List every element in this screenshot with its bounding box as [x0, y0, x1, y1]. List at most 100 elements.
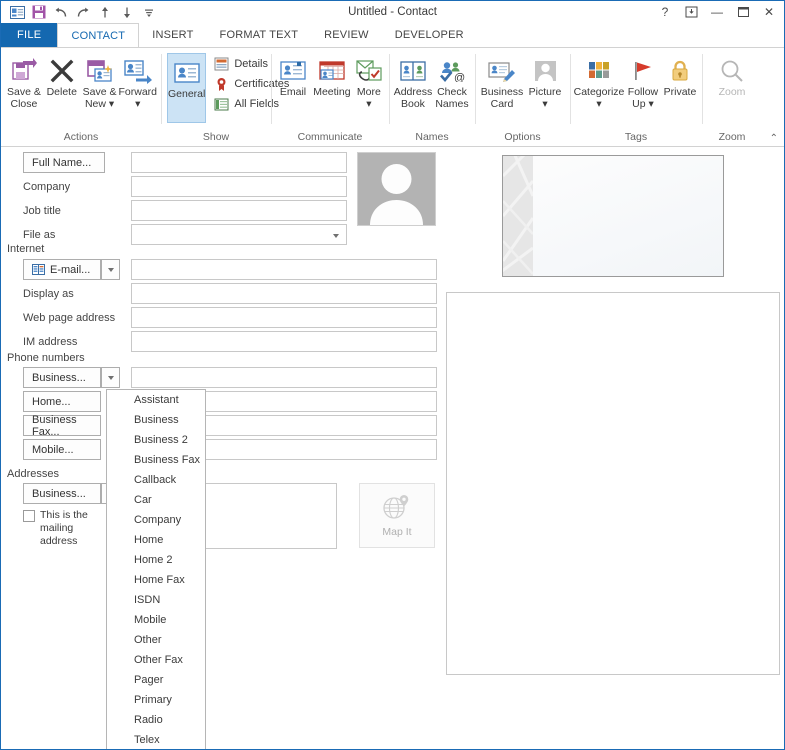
email-icon	[280, 55, 306, 87]
dropdown-item[interactable]: Car	[107, 490, 205, 510]
im-address-input[interactable]	[131, 331, 437, 352]
tab-review[interactable]: REVIEW	[311, 23, 382, 47]
down-icon[interactable]	[117, 3, 137, 22]
dropdown-item[interactable]: Callback	[107, 470, 205, 490]
address-book-button[interactable]: Address Book	[393, 52, 433, 110]
follow-up-button[interactable]: Follow Up ▾	[624, 52, 662, 110]
dropdown-item[interactable]: Other Fax	[107, 650, 205, 670]
address-type-button[interactable]: Business...	[23, 483, 101, 504]
email-type-dropdown-button[interactable]	[101, 259, 120, 280]
dropdown-item[interactable]: Other	[107, 630, 205, 650]
addresses-section-label: Addresses	[7, 468, 59, 480]
zoom-label: Zoom	[718, 86, 746, 98]
business-card-preview[interactable]	[502, 155, 724, 277]
phone-type-button-1[interactable]: Business...	[23, 367, 101, 388]
checkbox-box	[23, 510, 35, 522]
details-icon	[213, 56, 229, 72]
contact-card-icon[interactable]	[7, 3, 27, 22]
dropdown-item[interactable]: Home	[107, 530, 205, 550]
private-button[interactable]: Private	[662, 52, 698, 99]
dropdown-item[interactable]: Mobile	[107, 610, 205, 630]
maximize-button[interactable]	[730, 2, 756, 22]
dropdown-item[interactable]: Primary	[107, 690, 205, 710]
dropdown-item[interactable]: Home Fax	[107, 570, 205, 590]
check-names-label: Check Names	[435, 86, 469, 110]
full-name-button[interactable]: Full Name...	[23, 152, 105, 173]
help-button[interactable]: ?	[652, 2, 678, 22]
picture-button[interactable]: Picture ▾	[525, 52, 565, 110]
web-page-address-input[interactable]	[131, 307, 437, 328]
dropdown-item[interactable]: Telex	[107, 730, 205, 749]
more-label: More ▾	[356, 86, 381, 110]
customize-qat-icon[interactable]	[139, 3, 159, 22]
dropdown-item[interactable]: Business Fax	[107, 450, 205, 470]
redo-icon[interactable]	[73, 3, 93, 22]
ribbon-display-options-button[interactable]	[678, 2, 704, 22]
window-controls: ? — ✕	[652, 1, 782, 23]
categorize-label: Categorize ▾	[573, 86, 625, 110]
save-and-close-label: Save & Close	[6, 86, 41, 110]
mailing-address-checkbox[interactable]: This is the mailing address	[23, 509, 105, 548]
close-button[interactable]: ✕	[756, 2, 782, 22]
delete-button[interactable]: Delete	[43, 52, 81, 99]
phone-type-dropdown-button-1[interactable]	[101, 367, 120, 388]
collapse-ribbon-button[interactable]: ⌃	[770, 133, 778, 144]
phone-input-1[interactable]	[131, 367, 437, 388]
phone-numbers-section-label: Phone numbers	[7, 352, 85, 364]
dropdown-item[interactable]: Pager	[107, 670, 205, 690]
zoom-button[interactable]: Zoom	[709, 52, 755, 99]
follow-up-label: Follow Up ▾	[627, 86, 659, 110]
email-button[interactable]: Email	[275, 52, 311, 99]
save-and-new-button[interactable]: Save & New ▾	[81, 52, 119, 110]
phone-type-button-3[interactable]: Business Fax...	[23, 414, 101, 438]
company-input[interactable]	[131, 176, 347, 197]
email-book-icon	[32, 264, 45, 275]
phone-type-button-2[interactable]: Home...	[23, 391, 101, 412]
full-name-input[interactable]	[131, 152, 347, 173]
display-as-label: Display as	[23, 287, 74, 300]
phone-type-dropdown-menu[interactable]: Assistant Business Business 2 Business Fax C…	[106, 389, 206, 749]
im-address-label: IM address	[23, 335, 78, 348]
dropdown-item[interactable]: Company	[107, 510, 205, 530]
phone-type-button-4[interactable]: Mobile...	[23, 439, 101, 460]
group-label-show: Show	[202, 131, 230, 143]
dropdown-item[interactable]: Business 2	[107, 430, 205, 450]
meeting-button[interactable]: Meeting	[311, 52, 353, 99]
dropdown-item[interactable]: Business	[107, 410, 205, 430]
general-button[interactable]: General	[167, 53, 207, 123]
more-communicate-icon	[356, 55, 382, 87]
more-button[interactable]: More ▾	[353, 52, 385, 110]
save-and-close-button[interactable]: Save & Close	[5, 52, 43, 110]
display-as-input[interactable]	[131, 283, 437, 304]
tab-contact[interactable]: CONTACT	[57, 23, 140, 47]
minimize-button[interactable]: —	[704, 2, 730, 22]
dropdown-item[interactable]: Radio	[107, 710, 205, 730]
tab-insert[interactable]: INSERT	[139, 23, 206, 47]
undo-icon[interactable]	[51, 3, 71, 22]
zoom-magnifier-icon	[720, 55, 744, 87]
save-icon[interactable]	[29, 3, 49, 22]
tab-file[interactable]: FILE	[1, 23, 58, 47]
forward-icon	[124, 55, 152, 87]
categorize-button[interactable]: Categorize ▾	[574, 52, 624, 110]
contact-photo[interactable]	[357, 152, 436, 226]
dropdown-item[interactable]: ISDN	[107, 590, 205, 610]
map-it-button[interactable]: Map It	[359, 483, 435, 548]
dropdown-item[interactable]: Assistant	[107, 390, 205, 410]
file-as-combobox[interactable]	[131, 224, 347, 245]
dropdown-item[interactable]: Home 2	[107, 550, 205, 570]
tab-developer[interactable]: DEVELOPER	[382, 23, 477, 47]
email-input[interactable]	[131, 259, 437, 280]
notes-textarea[interactable]	[446, 292, 780, 675]
tab-format-text[interactable]: FORMAT TEXT	[207, 23, 312, 47]
business-card-button[interactable]: Business Card	[479, 52, 525, 110]
picture-label: Picture ▾	[528, 86, 562, 110]
forward-button[interactable]: Forward ▾	[118, 52, 157, 110]
email-type-button[interactable]: E-mail...	[23, 259, 101, 280]
job-title-input[interactable]	[131, 200, 347, 221]
check-names-button[interactable]: @ Check Names	[433, 52, 471, 110]
email-type-label: E-mail...	[50, 263, 91, 276]
contact-window: Untitled - Contact ? — ✕ FILE CONTACT IN…	[0, 0, 785, 750]
up-icon[interactable]	[95, 3, 115, 22]
web-page-address-label: Web page address	[23, 311, 116, 324]
